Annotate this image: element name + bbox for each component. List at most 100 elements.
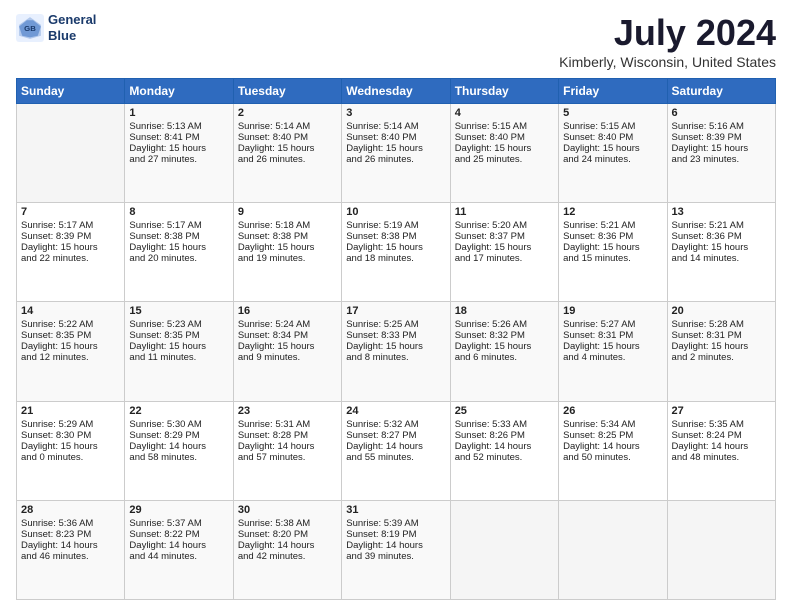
cell-info-line: Daylight: 15 hours	[21, 441, 120, 452]
cell-info-line: Daylight: 15 hours	[455, 341, 554, 352]
calendar-cell: 27Sunrise: 5:35 AMSunset: 8:24 PMDayligh…	[667, 401, 775, 500]
cell-info-line: Sunset: 8:39 PM	[672, 132, 771, 143]
cell-info-line: Sunset: 8:23 PM	[21, 529, 120, 540]
cell-info-line: Daylight: 15 hours	[563, 341, 662, 352]
calendar-week-row: 28Sunrise: 5:36 AMSunset: 8:23 PMDayligh…	[17, 500, 776, 599]
cell-info-line: Daylight: 15 hours	[455, 242, 554, 253]
cell-info-line: and 24 minutes.	[563, 154, 662, 165]
day-number: 15	[129, 305, 228, 317]
cell-info-line: Sunset: 8:40 PM	[563, 132, 662, 143]
cell-info-line: and 19 minutes.	[238, 253, 337, 264]
calendar-cell: 5Sunrise: 5:15 AMSunset: 8:40 PMDaylight…	[559, 104, 667, 203]
calendar-cell: 6Sunrise: 5:16 AMSunset: 8:39 PMDaylight…	[667, 104, 775, 203]
cell-info-line: Daylight: 15 hours	[346, 242, 445, 253]
day-number: 10	[346, 206, 445, 218]
cell-info-line: Sunrise: 5:31 AM	[238, 419, 337, 430]
cell-info-line: Sunset: 8:20 PM	[238, 529, 337, 540]
calendar-cell: 11Sunrise: 5:20 AMSunset: 8:37 PMDayligh…	[450, 203, 558, 302]
cell-info-line: Sunrise: 5:26 AM	[455, 319, 554, 330]
cell-info-line: Sunrise: 5:37 AM	[129, 518, 228, 529]
calendar-day-header: Thursday	[450, 79, 558, 104]
cell-info-line: Daylight: 15 hours	[346, 341, 445, 352]
cell-info-line: and 12 minutes.	[21, 352, 120, 363]
cell-info-line: and 25 minutes.	[455, 154, 554, 165]
calendar-cell: 22Sunrise: 5:30 AMSunset: 8:29 PMDayligh…	[125, 401, 233, 500]
cell-info-line: Sunset: 8:28 PM	[238, 430, 337, 441]
cell-info-line: and 58 minutes.	[129, 452, 228, 463]
day-number: 12	[563, 206, 662, 218]
cell-info-line: and 20 minutes.	[129, 253, 228, 264]
day-number: 21	[21, 405, 120, 417]
cell-info-line: Daylight: 15 hours	[346, 143, 445, 154]
cell-info-line: and 23 minutes.	[672, 154, 771, 165]
calendar-cell: 2Sunrise: 5:14 AMSunset: 8:40 PMDaylight…	[233, 104, 341, 203]
calendar-cell: 15Sunrise: 5:23 AMSunset: 8:35 PMDayligh…	[125, 302, 233, 401]
calendar-day-header: Monday	[125, 79, 233, 104]
cell-info-line: Daylight: 14 hours	[238, 540, 337, 551]
day-number: 3	[346, 107, 445, 119]
cell-info-line: Sunrise: 5:39 AM	[346, 518, 445, 529]
cell-info-line: Sunrise: 5:17 AM	[129, 220, 228, 231]
calendar-cell: 30Sunrise: 5:38 AMSunset: 8:20 PMDayligh…	[233, 500, 341, 599]
cell-info-line: Sunrise: 5:30 AM	[129, 419, 228, 430]
day-number: 28	[21, 504, 120, 516]
cell-info-line: Sunset: 8:38 PM	[238, 231, 337, 242]
day-number: 13	[672, 206, 771, 218]
cell-info-line: and 26 minutes.	[346, 154, 445, 165]
calendar-day-header: Wednesday	[342, 79, 450, 104]
day-number: 31	[346, 504, 445, 516]
cell-info-line: and 14 minutes.	[672, 253, 771, 264]
calendar-day-header: Friday	[559, 79, 667, 104]
cell-info-line: Sunrise: 5:14 AM	[346, 121, 445, 132]
cell-info-line: Daylight: 15 hours	[563, 143, 662, 154]
cell-info-line: Sunset: 8:37 PM	[455, 231, 554, 242]
cell-info-line: Daylight: 15 hours	[129, 143, 228, 154]
cell-info-line: Daylight: 15 hours	[672, 242, 771, 253]
cell-info-line: Sunset: 8:26 PM	[455, 430, 554, 441]
calendar-cell	[559, 500, 667, 599]
cell-info-line: Sunset: 8:36 PM	[563, 231, 662, 242]
cell-info-line: Sunrise: 5:15 AM	[563, 121, 662, 132]
cell-info-line: Sunrise: 5:13 AM	[129, 121, 228, 132]
calendar-cell: 26Sunrise: 5:34 AMSunset: 8:25 PMDayligh…	[559, 401, 667, 500]
cell-info-line: Sunrise: 5:14 AM	[238, 121, 337, 132]
calendar-cell: 4Sunrise: 5:15 AMSunset: 8:40 PMDaylight…	[450, 104, 558, 203]
cell-info-line: Daylight: 15 hours	[672, 143, 771, 154]
main-title: July 2024	[559, 12, 776, 54]
calendar-week-row: 21Sunrise: 5:29 AMSunset: 8:30 PMDayligh…	[17, 401, 776, 500]
cell-info-line: and 39 minutes.	[346, 551, 445, 562]
calendar-cell: 23Sunrise: 5:31 AMSunset: 8:28 PMDayligh…	[233, 401, 341, 500]
cell-info-line: and 57 minutes.	[238, 452, 337, 463]
calendar-cell	[17, 104, 125, 203]
cell-info-line: Sunset: 8:33 PM	[346, 330, 445, 341]
title-section: July 2024 Kimberly, Wisconsin, United St…	[559, 12, 776, 70]
cell-info-line: Sunset: 8:41 PM	[129, 132, 228, 143]
calendar-cell: 28Sunrise: 5:36 AMSunset: 8:23 PMDayligh…	[17, 500, 125, 599]
cell-info-line: and 6 minutes.	[455, 352, 554, 363]
cell-info-line: Sunrise: 5:27 AM	[563, 319, 662, 330]
cell-info-line: Daylight: 15 hours	[563, 242, 662, 253]
cell-info-line: Sunrise: 5:22 AM	[21, 319, 120, 330]
day-number: 1	[129, 107, 228, 119]
cell-info-line: Daylight: 15 hours	[238, 341, 337, 352]
header: GB General Blue July 2024 Kimberly, Wisc…	[16, 12, 776, 70]
calendar-cell: 16Sunrise: 5:24 AMSunset: 8:34 PMDayligh…	[233, 302, 341, 401]
day-number: 8	[129, 206, 228, 218]
cell-info-line: Sunset: 8:40 PM	[238, 132, 337, 143]
calendar-cell	[450, 500, 558, 599]
cell-info-line: Daylight: 14 hours	[129, 540, 228, 551]
cell-info-line: Sunset: 8:31 PM	[672, 330, 771, 341]
cell-info-line: Sunset: 8:34 PM	[238, 330, 337, 341]
calendar-cell: 1 Sunrise: 5:13 AMSunset: 8:41 PMDaylight…	[125, 104, 233, 203]
cell-info-line: Sunrise: 5:28 AM	[672, 319, 771, 330]
day-number: 24	[346, 405, 445, 417]
cell-info-line: Daylight: 14 hours	[563, 441, 662, 452]
cell-info-line: Sunset: 8:29 PM	[129, 430, 228, 441]
cell-info-line: Sunset: 8:35 PM	[21, 330, 120, 341]
cell-info-line: Daylight: 15 hours	[238, 143, 337, 154]
cell-info-line: and 22 minutes.	[21, 253, 120, 264]
day-number: 29	[129, 504, 228, 516]
logo-icon: GB	[16, 14, 44, 42]
calendar-cell: 29Sunrise: 5:37 AMSunset: 8:22 PMDayligh…	[125, 500, 233, 599]
cell-info-line: Sunrise: 5:34 AM	[563, 419, 662, 430]
